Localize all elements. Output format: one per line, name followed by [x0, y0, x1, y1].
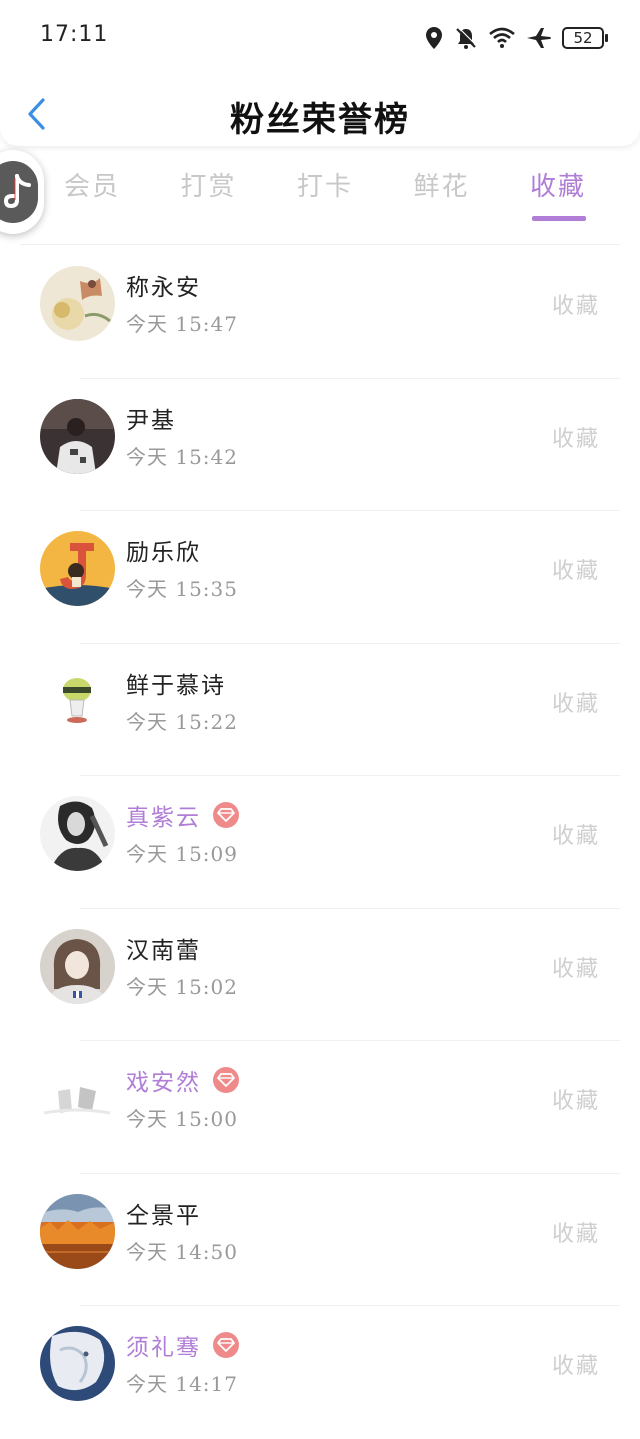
avatar — [40, 796, 115, 871]
user-name: 励乐欣 — [126, 540, 201, 566]
list-item[interactable]: 鲜于慕诗 今天 15:22 收藏 — [0, 644, 640, 776]
tab-rewards[interactable]: 打赏 — [157, 166, 261, 236]
timestamp: 今天 15:00 — [126, 1107, 238, 1131]
user-name: 须礼骞 — [126, 1335, 201, 1361]
floating-app-badge[interactable] — [0, 150, 44, 234]
avatar — [40, 266, 115, 341]
action-label: 收藏 — [551, 294, 600, 319]
list-item[interactable]: 励乐欣 今天 15:35 收藏 — [0, 511, 640, 644]
status-bar: 17:11 52 — [0, 0, 640, 80]
user-name: 戏安然 — [126, 1070, 201, 1096]
tab-favorites[interactable]: 收藏 — [506, 166, 610, 236]
list-item[interactable]: 尹基 今天 15:42 收藏 — [0, 379, 640, 511]
timestamp: 今天 14:17 — [126, 1372, 238, 1396]
list-item[interactable]: 称永安 今天 15:47 收藏 — [0, 246, 640, 379]
list-item[interactable]: 须礼骞 今天 14:17 收藏 — [0, 1306, 640, 1439]
avatar — [40, 531, 115, 606]
action-label: 收藏 — [551, 1354, 600, 1379]
list-item[interactable]: 汉南蕾 今天 15:02 收藏 — [0, 909, 640, 1041]
vip-diamond-icon — [213, 802, 239, 828]
user-name: 称永安 — [126, 275, 201, 301]
action-label: 收藏 — [551, 559, 600, 584]
airplane-icon — [527, 28, 551, 48]
avatar — [40, 663, 115, 739]
list-item[interactable]: 仝景平 今天 14:50 收藏 — [0, 1174, 640, 1306]
tab-members[interactable]: 会员 — [40, 166, 144, 236]
bell-muted-icon — [456, 27, 477, 49]
timestamp: 今天 15:09 — [126, 842, 238, 866]
user-name: 汉南蕾 — [126, 937, 201, 964]
avatar — [40, 928, 115, 1004]
action-label: 收藏 — [551, 824, 600, 849]
wifi-icon — [489, 27, 515, 48]
action-label: 收藏 — [551, 691, 600, 717]
page-title: 粉丝荣誉榜 — [230, 100, 410, 140]
timestamp: 今天 14:50 — [126, 1239, 238, 1264]
avatar — [40, 1326, 115, 1401]
status-time: 17:11 — [40, 22, 109, 47]
tabs-divider — [20, 244, 620, 245]
action-label: 收藏 — [551, 956, 600, 982]
timestamp: 今天 15:47 — [126, 312, 238, 336]
user-name: 尹基 — [126, 407, 176, 434]
status-icons: 52 — [424, 24, 608, 52]
list-item[interactable]: 真紫云 今天 15:09 收藏 — [0, 776, 640, 909]
music-note-icon — [4, 174, 31, 209]
tab-flowers[interactable]: 鲜花 — [390, 166, 494, 236]
user-name: 仝景平 — [126, 1202, 201, 1229]
action-label: 收藏 — [551, 426, 600, 452]
active-tab-indicator — [532, 216, 586, 221]
action-label: 收藏 — [551, 1089, 600, 1114]
user-name: 真紫云 — [126, 805, 201, 831]
avatar — [40, 1193, 115, 1269]
avatar — [40, 1061, 115, 1136]
list-item[interactable]: 戏安然 今天 15:00 收藏 — [0, 1041, 640, 1174]
tab-checkin[interactable]: 打卡 — [273, 166, 377, 236]
avatar — [40, 398, 115, 474]
user-name: 鲜于慕诗 — [126, 672, 226, 699]
timestamp: 今天 15:35 — [126, 577, 238, 601]
timestamp: 今天 15:42 — [126, 444, 238, 469]
vip-diamond-icon — [213, 1067, 239, 1093]
action-label: 收藏 — [551, 1221, 600, 1247]
tab-bar: 会员 打赏 打卡 鲜花 收藏 — [40, 166, 610, 236]
location-icon — [426, 27, 442, 49]
fan-list: 称永安 今天 15:47 收藏 尹基 今天 15:42 收藏 励乐欣 今天 15… — [0, 246, 640, 1439]
battery-indicator: 52 — [562, 27, 608, 49]
timestamp: 今天 15:22 — [126, 709, 238, 734]
vip-diamond-icon — [213, 1332, 239, 1358]
timestamp: 今天 15:02 — [126, 974, 238, 999]
